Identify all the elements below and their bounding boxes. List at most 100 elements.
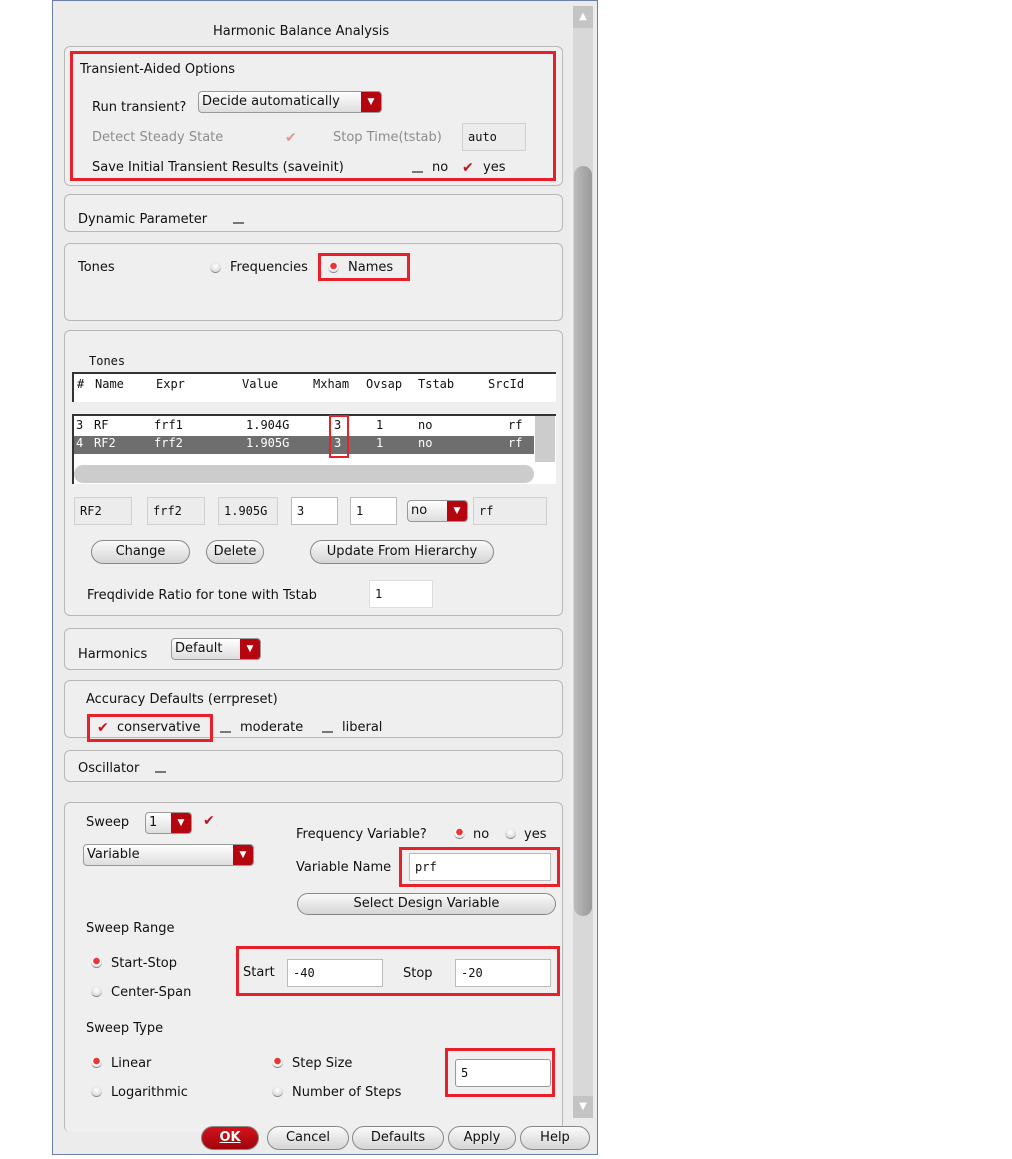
liberal-label: liberal (342, 720, 383, 735)
table-vscroll[interactable] (535, 416, 555, 462)
ok-button[interactable]: OK (201, 1126, 259, 1150)
liberal-checkbox[interactable] (322, 722, 333, 733)
sweep-count-select[interactable]: 1 ▼ (145, 812, 192, 834)
chevron-down-icon: ▼ (447, 501, 467, 521)
logarithmic-radio[interactable] (91, 1086, 102, 1097)
tones-table-label: Tones (89, 354, 126, 368)
detect-steady-checkbox[interactable]: ✔ (285, 131, 297, 145)
col-header: Value (242, 377, 279, 391)
sweep-range-label: Sweep Range (86, 921, 175, 936)
scroll-down-icon[interactable]: ▼ (573, 1096, 593, 1118)
cell: 1 (376, 436, 384, 450)
delete-button[interactable]: Delete (206, 540, 264, 564)
freqvar-no-label: no (473, 827, 490, 842)
highlight-box (329, 415, 349, 458)
tone-expr-field[interactable]: frf2 (147, 497, 205, 525)
linear-radio[interactable] (91, 1057, 102, 1068)
tones-mode-section (64, 243, 563, 321)
variable-name-field[interactable]: prf (409, 853, 551, 881)
sweep-type-label: Sweep Type (86, 1021, 164, 1036)
col-header: Expr (156, 377, 185, 391)
tone-ovsap-field[interactable]: 1 (350, 497, 397, 525)
freqvar-yes-label: yes (524, 827, 547, 842)
cell: no (418, 436, 433, 450)
tone-tstab-select[interactable]: no ▼ (407, 500, 468, 522)
select-design-variable-button[interactable]: Select Design Variable (297, 893, 556, 915)
sweep-type-select[interactable]: Variable ▼ (83, 844, 254, 866)
conservative-label: conservative (117, 720, 201, 735)
start-field[interactable]: -40 (287, 959, 383, 987)
defaults-button[interactable]: Defaults (352, 1126, 444, 1150)
center-span-label: Center-Span (111, 985, 192, 1000)
tones-label: Tones (78, 260, 115, 275)
harmonics-value: Default (175, 641, 223, 656)
sweep-count-value: 1 (149, 815, 158, 830)
dynamic-parameter-label: Dynamic Parameter (78, 212, 208, 227)
table-row[interactable]: 3 RF frf1 1.904G 3 1 no rf (74, 418, 534, 436)
stop-time-label: Stop Time(tstab) (333, 130, 442, 145)
conservative-checkbox[interactable]: ✔ (97, 721, 109, 735)
vertical-scrollbar[interactable]: ▲ ▼ (573, 6, 593, 1118)
freqvar-yes-radio[interactable] (505, 828, 516, 839)
scroll-thumb[interactable] (574, 166, 592, 916)
cell: 1.905G (246, 436, 290, 450)
change-button[interactable]: Change (91, 540, 190, 564)
names-radio[interactable] (328, 262, 339, 273)
saveinit-yes-checkbox[interactable]: ✔ (462, 161, 474, 175)
stop-time-field[interactable]: auto (462, 123, 526, 151)
start-stop-label: Start-Stop (111, 956, 178, 971)
scroll-up-icon[interactable]: ▲ (573, 6, 593, 28)
saveinit-no-checkbox[interactable] (412, 162, 423, 173)
cell: 3 (76, 418, 84, 432)
dynamic-parameter-checkbox[interactable] (233, 213, 244, 224)
cell: 4 (76, 436, 84, 450)
frequencies-radio[interactable] (210, 262, 221, 273)
sweep-checkbox[interactable]: ✔ (203, 814, 215, 828)
moderate-checkbox[interactable] (220, 722, 231, 733)
freqvar-no-radio[interactable] (454, 828, 465, 839)
oscillator-checkbox[interactable] (155, 762, 166, 773)
harmonics-label: Harmonics (78, 647, 148, 662)
tone-mxham-field[interactable]: 3 (291, 497, 338, 525)
saveinit-label: Save Initial Transient Results (saveinit… (92, 160, 344, 175)
number-of-steps-label: Number of Steps (292, 1085, 402, 1100)
apply-button[interactable]: Apply (448, 1126, 516, 1150)
linear-label: Linear (111, 1056, 152, 1071)
sweep-type-value: Variable (87, 847, 140, 862)
tone-name-field[interactable]: RF2 (74, 497, 132, 525)
start-stop-radio[interactable] (91, 957, 102, 968)
stop-label: Stop (403, 966, 433, 981)
table-hscroll[interactable] (74, 465, 534, 483)
run-transient-select[interactable]: Decide automatically ▼ (198, 91, 382, 113)
cancel-button[interactable]: Cancel (267, 1126, 349, 1150)
tone-value-field[interactable]: 1.905G (218, 497, 278, 525)
tstab-value: no (411, 503, 428, 518)
number-of-steps-radio[interactable] (272, 1086, 283, 1097)
stop-field[interactable]: -20 (455, 959, 551, 987)
saveinit-no-label: no (432, 160, 449, 175)
detect-steady-label: Detect Steady State (92, 130, 224, 145)
table-row-selected[interactable]: 4 RF2 frf2 1.905G 3 1 no rf (74, 436, 534, 454)
cell: 1.904G (246, 418, 290, 432)
col-header: Name (95, 377, 124, 391)
tone-srcid-field[interactable]: rf (473, 497, 547, 525)
logarithmic-label: Logarithmic (111, 1085, 188, 1100)
run-transient-label: Run transient? (92, 100, 187, 115)
harmonics-select[interactable]: Default ▼ (171, 638, 261, 660)
step-size-radio[interactable] (272, 1057, 283, 1068)
cell: 1 (376, 418, 384, 432)
cell: frf2 (154, 436, 183, 450)
accuracy-label: Accuracy Defaults (errpreset) (86, 692, 278, 707)
step-size-field[interactable]: 5 (455, 1059, 551, 1087)
frequencies-label: Frequencies (230, 260, 308, 275)
cell: frf1 (154, 418, 183, 432)
freqdivide-field[interactable]: 1 (369, 580, 433, 608)
update-from-hierarchy-button[interactable]: Update From Hierarchy (310, 540, 494, 564)
help-button[interactable]: Help (520, 1126, 590, 1150)
col-header: SrcId (488, 377, 525, 391)
chevron-down-icon: ▼ (233, 845, 253, 865)
center-span-radio[interactable] (91, 986, 102, 997)
chevron-down-icon: ▼ (171, 813, 191, 833)
transient-heading: Transient-Aided Options (80, 62, 236, 77)
saveinit-yes-label: yes (483, 160, 506, 175)
